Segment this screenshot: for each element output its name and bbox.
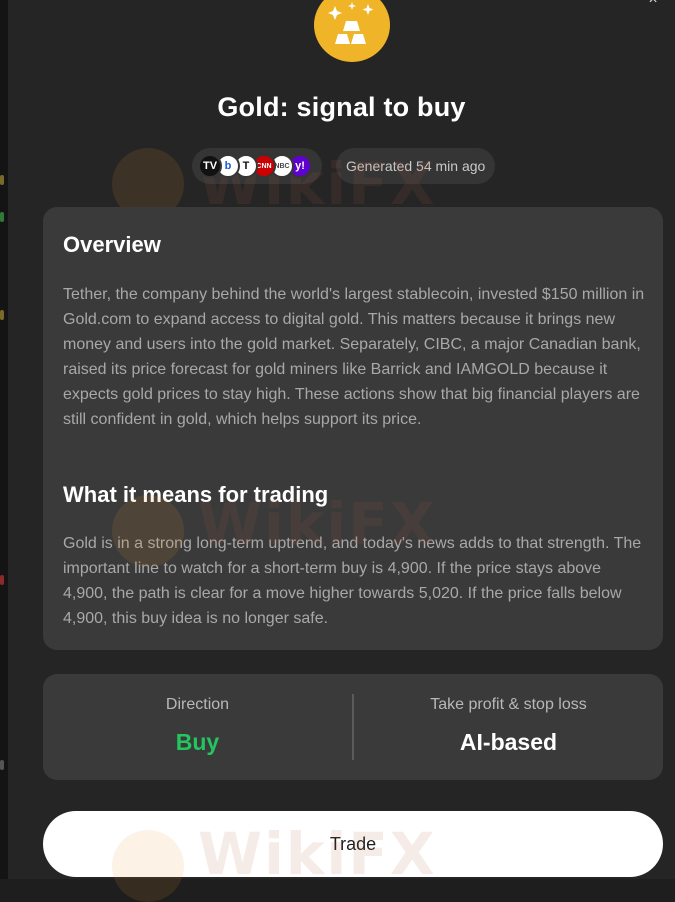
trading-text: Gold is in a strong long-term uptrend, a… [63, 535, 642, 627]
edge-marker [0, 175, 4, 185]
tp-sl-label: Take profit & stop loss [430, 696, 587, 713]
edge-marker [0, 760, 4, 770]
edge-marker [0, 212, 4, 222]
tp-sl-section: Take profit & stop loss AI-based [354, 674, 663, 780]
edge-marker [0, 575, 4, 585]
overview-text: Tether, the company behind the world's l… [63, 286, 645, 428]
background-edge [0, 0, 8, 879]
overview-heading: Overview [63, 232, 161, 257]
direction-label: Direction [165, 696, 230, 713]
tp-sl-value: AI-based [459, 729, 558, 755]
generated-time: Generated 54 min ago [336, 148, 496, 184]
signal-summary: Direction Buy Take profit & stop loss AI… [43, 674, 663, 780]
meta-row: TV b T CNN NBC y! Generated 54 min ago [192, 148, 496, 184]
signal-panel: × Gold: signal to buy TVbTCNNNBCy! Gener… [8, 0, 675, 902]
news-sources[interactable]: TV b T CNN NBC y! [192, 148, 322, 184]
direction-section: Direction Buy [43, 674, 352, 780]
gold-bars-icon [314, 0, 390, 62]
tradingview-icon: TV [198, 154, 222, 178]
trading-heading: What it means for trading [63, 482, 329, 507]
trade-button[interactable]: Trade [43, 811, 663, 877]
direction-value: Buy [175, 729, 220, 755]
edge-marker [0, 310, 4, 320]
analysis-card: Overview Tether, the company behind the … [43, 207, 663, 650]
page-title: Gold: signal to buy [217, 92, 466, 122]
close-icon[interactable]: × [645, 0, 661, 8]
